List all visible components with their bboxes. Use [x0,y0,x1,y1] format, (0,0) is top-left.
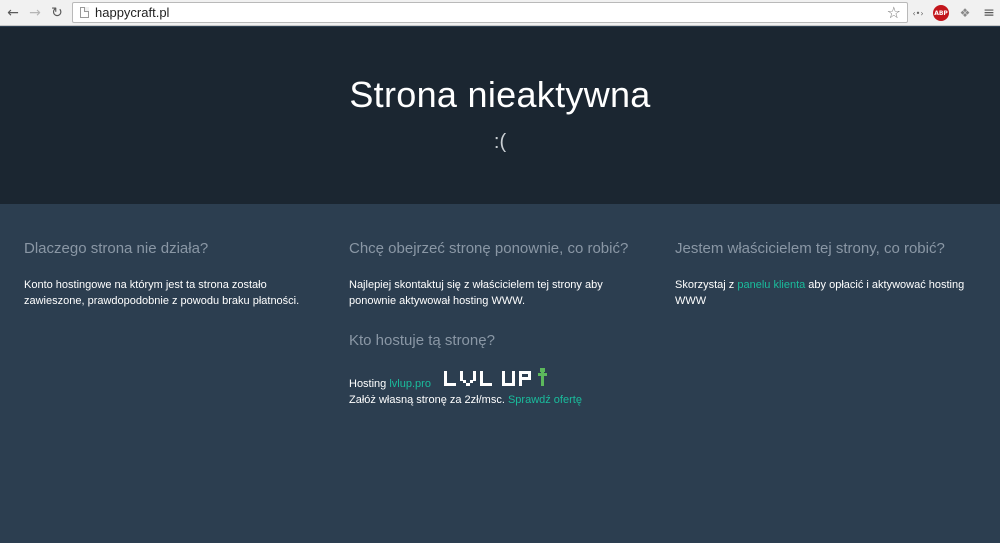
why-text: Konto hostingowe na którym jest ta stron… [24,279,300,307]
sad-emoticon: :( [493,131,507,153]
owner-heading: Jestem właścicielem tej strony, co robić… [675,240,945,257]
hosting-line: Hosting lvlup.pro [349,378,431,390]
bookmark-star-icon[interactable]: ☆ [887,3,901,22]
lvlup-link[interactable]: lvlup.pro [389,378,431,390]
adblock-label: ABP [934,9,948,17]
back-icon[interactable]: ← [4,4,22,22]
offer-prefix: Załóż własną stronę za 2zł/msc. [349,394,508,406]
visitor-heading: Chcę obejrzeć stronę ponownie, co robić? [349,240,629,257]
hero-section: Strona nieaktywna :( [0,27,1000,204]
page-icon [80,7,89,18]
url-text[interactable]: happycraft.pl [95,5,169,20]
visitor-text: Najlepiej skontaktuj się z właścicielem … [349,279,603,307]
adblock-plus-icon[interactable]: ABP [933,5,949,21]
offer-link[interactable]: Sprawdź ofertę [508,394,582,406]
hosting-prefix: Hosting [349,378,390,390]
address-bar[interactable]: happycraft.pl ☆ [72,2,908,23]
why-column: Dlaczego strona nie działa? Konto hostin… [24,240,324,309]
menu-icon[interactable]: ≡ [981,4,997,22]
offer-line: Załóż własną stronę za 2zł/msc. Sprawdź … [349,394,582,406]
browser-toolbar: ← → ↻ happycraft.pl ☆ ‹•› ABP ❖ ≡ [0,0,1000,26]
client-panel-link[interactable]: panelu klienta [737,279,805,291]
forward-icon[interactable]: → [26,4,44,22]
visitor-column: Chcę obejrzeć stronę ponownie, co robić?… [349,240,649,309]
translate-icon[interactable]: ‹•› [909,4,927,22]
lvlup-logo[interactable] [444,364,569,390]
why-heading: Dlaczego strona nie działa? [24,240,209,257]
owner-column: Jestem właścicielem tej strony, co robić… [675,240,975,309]
owner-text-before: Skorzystaj z [675,279,738,291]
hosting-heading: Kto hostuje tą stronę? [349,332,495,349]
hosting-block: Kto hostuje tą stronę? Hosting lvlup.pro… [349,332,669,406]
dropbox-icon[interactable]: ❖ [957,4,973,22]
owner-text: Skorzystaj z panelu klienta aby opłacić … [675,277,975,309]
reload-icon[interactable]: ↻ [48,4,66,22]
page-title: Strona nieaktywna [349,74,651,115]
info-section: Dlaczego strona nie działa? Konto hostin… [0,204,1000,543]
